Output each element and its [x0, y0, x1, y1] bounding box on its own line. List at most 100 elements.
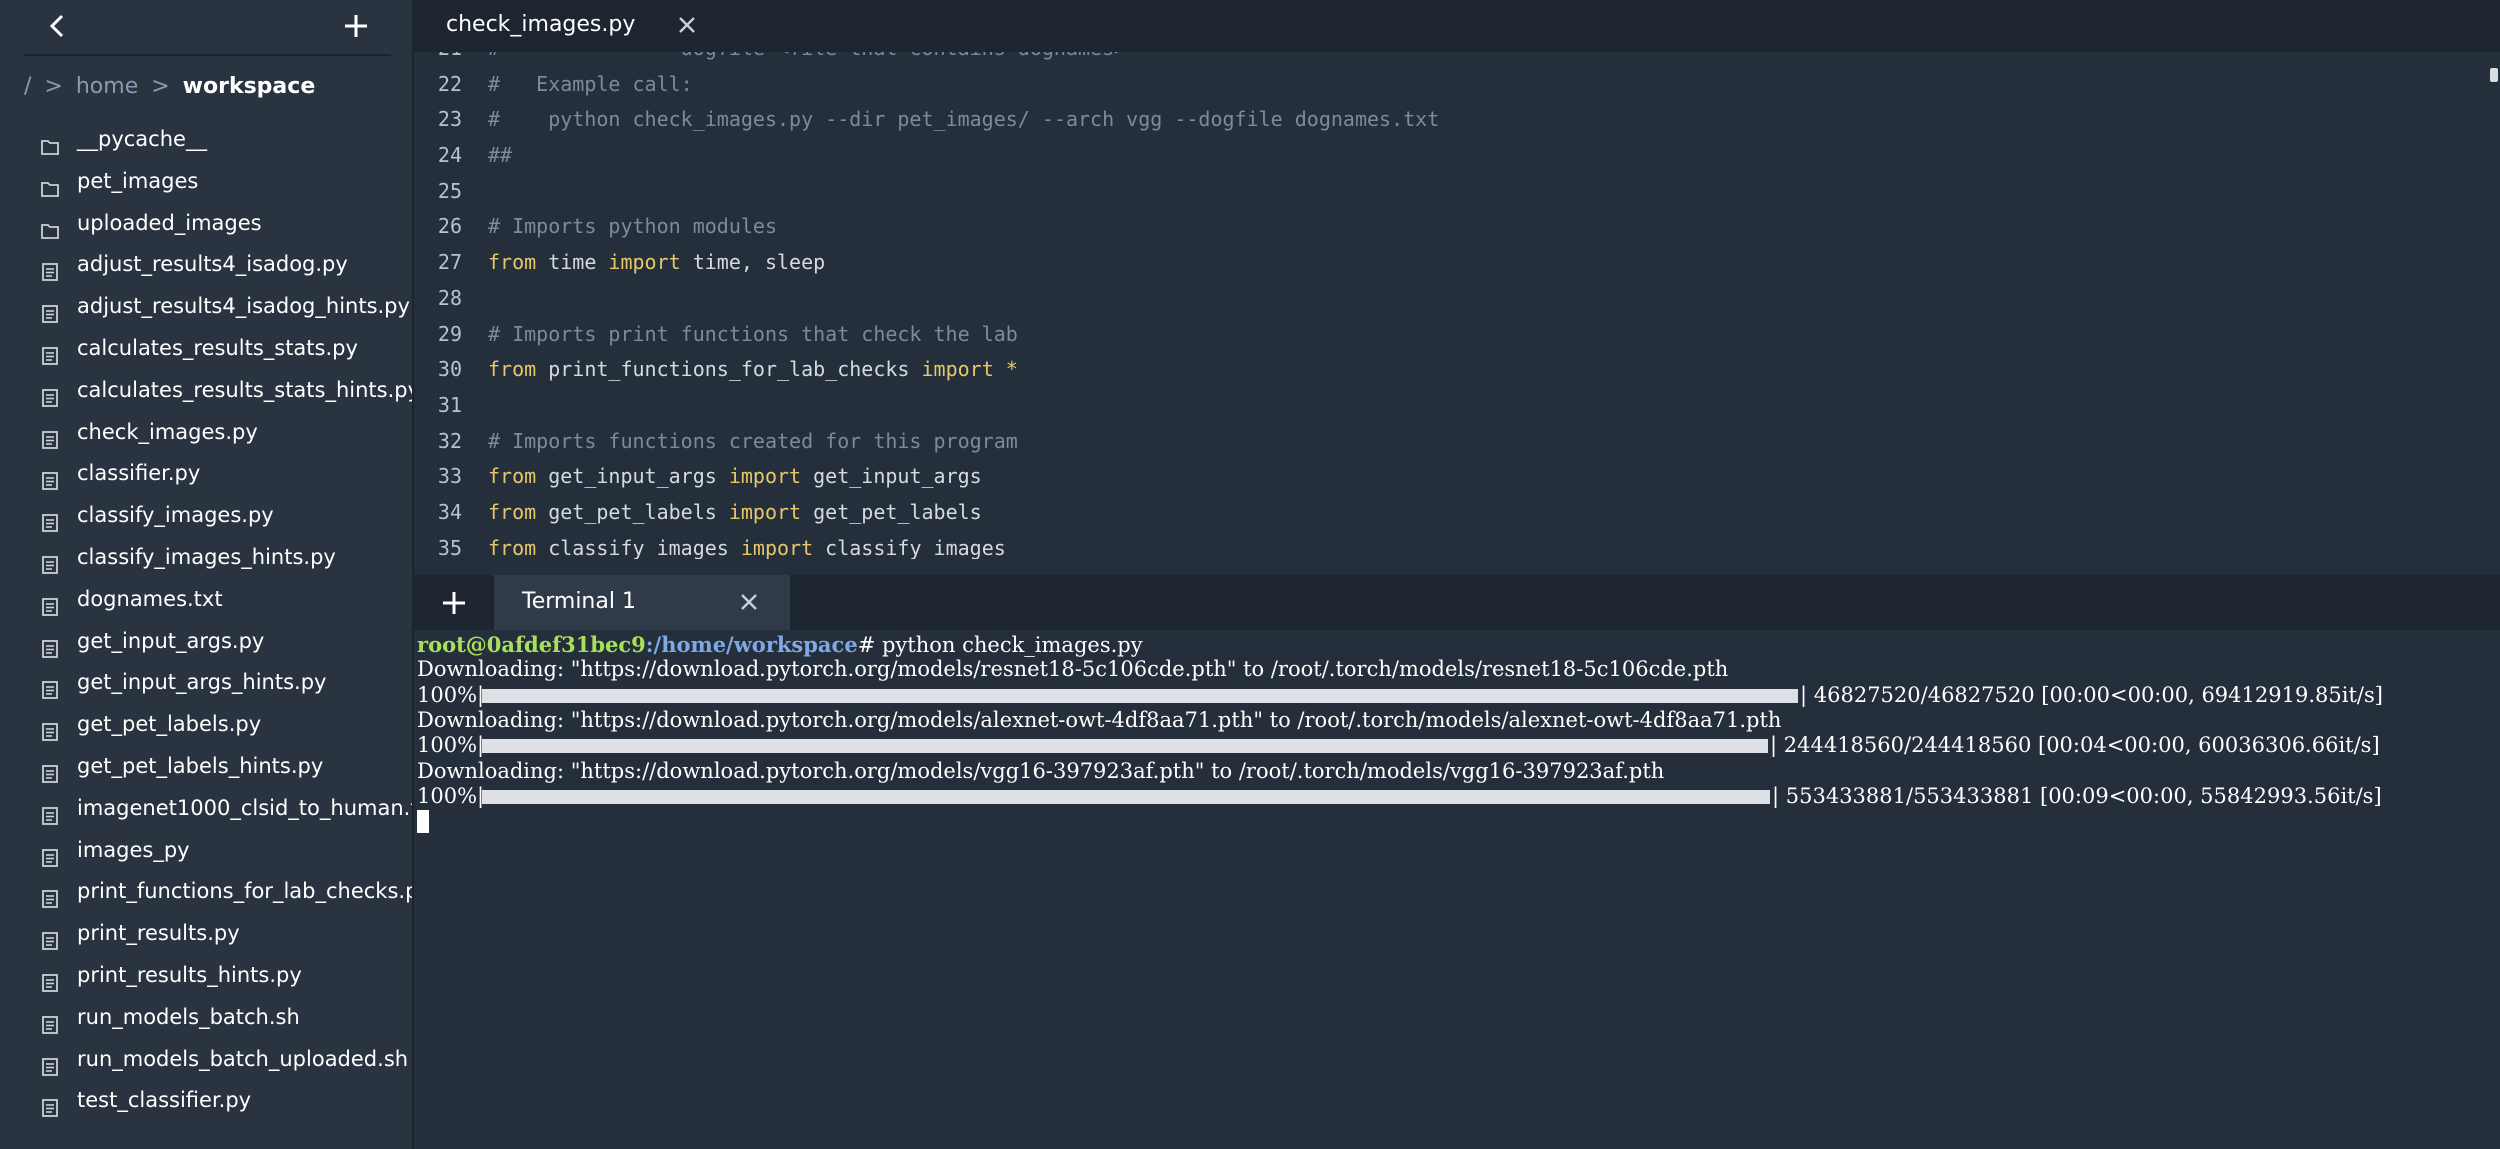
- code-keyword: from: [488, 535, 537, 559]
- file-item[interactable]: get_input_args_hints.py: [0, 662, 412, 704]
- code-identifier: get_pet_labels: [801, 499, 982, 524]
- breadcrumb-separator: >: [151, 74, 170, 99]
- file-item[interactable]: check_images.py: [0, 412, 412, 454]
- code-identifier: time, sleep: [680, 250, 826, 275]
- file-name: get_pet_labels_hints.py: [77, 753, 324, 778]
- file-item[interactable]: images_py: [0, 830, 412, 872]
- breadcrumb-home[interactable]: home: [76, 74, 138, 99]
- plus-icon[interactable]: [340, 10, 372, 42]
- code-identifier: get_pet_labels: [536, 499, 729, 524]
- terminal-output[interactable]: root@0afdef31bec9:/home/workspace# pytho…: [414, 630, 2500, 1149]
- editor-tab-bar: check_images.py: [414, 0, 2500, 52]
- terminal-prompt-line: root@0afdef31bec9:/home/workspace# pytho…: [417, 632, 1143, 657]
- prompt-user: root@0afdef31bec9: [417, 632, 646, 657]
- file-icon: [40, 716, 60, 742]
- progress-percent: 100%|: [417, 682, 485, 707]
- code-text: # Imports print functions that check the…: [488, 317, 1018, 353]
- sidebar-toolbar: [0, 0, 412, 55]
- file-item[interactable]: calculates_results_stats.py: [0, 328, 412, 370]
- code-editor[interactable]: 21 # --dogfile <file that contains dognam…: [414, 52, 2500, 559]
- file-item[interactable]: get_pet_labels_hints.py: [0, 746, 412, 788]
- tab-label: check_images.py: [446, 12, 636, 37]
- tab-label: Terminal 1: [522, 589, 636, 614]
- file-icon: [40, 925, 60, 951]
- code-keyword: from: [488, 464, 537, 489]
- chevron-left-icon[interactable]: [44, 10, 72, 42]
- editor-scrollbar[interactable]: [2490, 68, 2498, 82]
- folder-item[interactable]: pet_images: [0, 161, 412, 203]
- line-number: 29: [437, 321, 462, 346]
- code-text: from get_pet_labels import get_pet_label…: [488, 495, 982, 531]
- tab-terminal-1[interactable]: Terminal 1: [494, 575, 790, 630]
- code-identifier: classify_images: [536, 535, 741, 559]
- file-item[interactable]: test_classifier.py: [0, 1080, 412, 1122]
- file-icon: [40, 1009, 60, 1034]
- file-icon: [40, 465, 60, 491]
- code-line: 34 from get_pet_labels import get_pet_lab…: [414, 495, 2500, 531]
- folder-icon: [40, 215, 60, 239]
- file-name: __pycache__: [77, 127, 207, 151]
- progress-bar: [482, 739, 1768, 754]
- code-identifier: time: [536, 250, 609, 275]
- code-lines: 21 # --dogfile <file that contains dognam…: [414, 52, 2500, 559]
- code-line: 22 # Example call:: [414, 67, 2500, 103]
- download-line: Downloading: "https://download.pytorch.o…: [417, 707, 1782, 732]
- code-keyword: import: [740, 535, 814, 559]
- file-name: calculates_results_stats_hints.py: [77, 377, 414, 402]
- file-name: pet_images: [77, 168, 199, 193]
- progress-row: 100%| | 46827520/46827520 [00:00<00:00, 6…: [417, 683, 2497, 708]
- code-line: 32 # Imports functions created for this p…: [414, 424, 2500, 460]
- plus-icon[interactable]: [440, 589, 468, 617]
- file-icon: [40, 758, 60, 783]
- code-comment: ##: [488, 143, 513, 168]
- breadcrumb-root[interactable]: /: [24, 74, 31, 99]
- line-number: 31: [437, 392, 462, 417]
- code-keyword: import: [608, 250, 681, 275]
- file-item[interactable]: print_functions_for_lab_checks.py: [0, 871, 412, 913]
- code-line: 24 ##: [414, 138, 2500, 174]
- code-line: 30 from print_functions_for_lab_checks im…: [414, 352, 2500, 388]
- file-item[interactable]: run_models_batch.sh: [0, 997, 412, 1039]
- terminal-tab-bar: Terminal 1: [414, 575, 2500, 630]
- file-item[interactable]: calculates_results_stats_hints.py: [0, 370, 414, 412]
- file-item[interactable]: run_models_batch_uploaded.sh: [0, 1039, 412, 1081]
- code-text: # --dogfile <file that contains dognames…: [488, 52, 1126, 67]
- terminal-cursor: [417, 810, 429, 833]
- file-name: classify_images.py: [77, 503, 274, 528]
- close-icon[interactable]: [738, 591, 760, 613]
- folder-item[interactable]: uploaded_images: [0, 203, 412, 245]
- tab-check-images[interactable]: check_images.py: [414, 0, 734, 52]
- code-text: # Imports python modules: [488, 209, 777, 245]
- file-item[interactable]: get_input_args.py: [0, 621, 412, 663]
- file-list: __pycache__ pet_images uploaded_images adju…: [0, 119, 414, 1122]
- file-icon: [40, 967, 60, 992]
- file-item[interactable]: dognames.txt: [0, 579, 412, 621]
- file-icon: [40, 591, 60, 616]
- file-name: print_results.py: [77, 921, 240, 946]
- file-item[interactable]: imagenet1000_clsid_to_human.txt: [0, 788, 412, 830]
- code-text: # Example call:: [488, 67, 693, 103]
- code-text: from print_functions_for_lab_checks impo…: [488, 352, 1018, 388]
- file-item[interactable]: adjust_results4_isadog_hints.py: [0, 286, 412, 328]
- close-icon[interactable]: [676, 14, 698, 36]
- file-item[interactable]: classify_images_hints.py: [0, 537, 412, 579]
- line-number: 26: [437, 214, 462, 239]
- line-number: 22: [437, 71, 462, 96]
- code-comment: # Example call:: [488, 71, 693, 96]
- file-item[interactable]: classifier.py: [0, 453, 412, 495]
- folder-item[interactable]: __pycache__: [0, 119, 412, 161]
- file-name: run_models_batch.sh: [77, 1004, 300, 1029]
- file-item[interactable]: print_results_hints.py: [0, 955, 412, 997]
- file-explorer-sidebar: / > home > workspace __pycache__ pet_imag…: [0, 0, 414, 1149]
- file-item[interactable]: print_results.py: [0, 913, 412, 955]
- breadcrumb-current: workspace: [182, 74, 316, 99]
- code-text: from classify_images import classify_ima…: [488, 531, 1006, 559]
- file-name: test_classifier.py: [77, 1088, 252, 1113]
- file-item[interactable]: adjust_results4_isadog.py: [0, 244, 412, 286]
- file-item[interactable]: get_pet_labels.py: [0, 704, 412, 746]
- progress-row: 100%| | 244418560/244418560 [00:04<00:00,…: [417, 733, 2497, 758]
- folder-icon: [40, 173, 60, 197]
- file-name: adjust_results4_isadog_hints.py: [77, 294, 410, 319]
- file-item[interactable]: classify_images.py: [0, 495, 412, 537]
- file-icon: [40, 298, 60, 324]
